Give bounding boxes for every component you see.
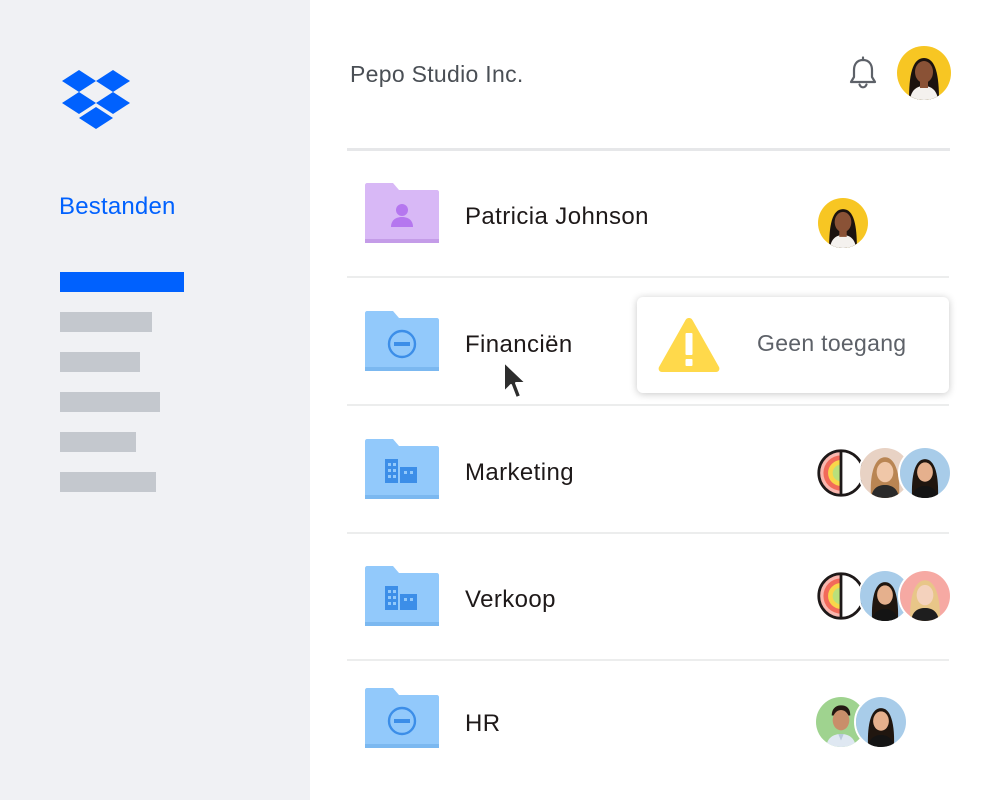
folder-name[interactable]: HR <box>465 710 500 738</box>
folder-name[interactable]: Financiën <box>465 331 573 359</box>
restricted-folder-icon <box>365 311 439 371</box>
folder-name[interactable]: Marketing <box>465 459 574 487</box>
mouse-pointer-icon <box>503 361 527 399</box>
list-top-divider <box>347 148 950 151</box>
folder-name[interactable]: Patricia Johnson <box>465 203 649 231</box>
row-divider <box>347 532 949 534</box>
folder-row-hr[interactable]: HR <box>347 661 950 787</box>
restricted-folder-icon <box>365 688 439 748</box>
sidebar-item-placeholder[interactable] <box>60 392 160 412</box>
user-avatar[interactable] <box>897 46 951 100</box>
dropbox-logo-icon[interactable] <box>62 70 130 130</box>
folder-row-marketing[interactable]: Marketing <box>347 408 952 534</box>
sidebar-item-placeholder[interactable] <box>60 472 156 492</box>
team-folder-icon <box>365 566 439 626</box>
folder-name[interactable]: Verkoop <box>465 586 556 614</box>
row-divider <box>347 404 949 406</box>
sidebar-item-placeholder[interactable] <box>60 312 152 332</box>
avatar <box>816 196 870 250</box>
personal-folder-icon <box>365 183 439 243</box>
sidebar-item-active-placeholder[interactable] <box>60 272 184 292</box>
sidebar-item-placeholder[interactable] <box>60 432 136 452</box>
tooltip-text: Geen toegang <box>757 330 907 356</box>
bell-icon[interactable] <box>845 55 881 91</box>
sidebar-item-placeholder[interactable] <box>60 352 140 372</box>
sidebar-title[interactable]: Bestanden <box>59 193 176 221</box>
account-name: Pepo Studio Inc. <box>350 61 524 87</box>
row-divider <box>347 276 949 278</box>
team-folder-icon <box>365 439 439 499</box>
folder-row-patricia-johnson[interactable]: Patricia Johnson <box>347 152 950 278</box>
no-access-tooltip: Geen toegang <box>637 297 949 393</box>
avatar <box>854 695 908 749</box>
avatar <box>898 569 952 623</box>
folder-row-verkoop[interactable]: Verkoop <box>347 535 952 661</box>
avatar <box>898 446 952 500</box>
sidebar: Bestanden <box>0 0 310 800</box>
warning-icon <box>658 318 720 372</box>
